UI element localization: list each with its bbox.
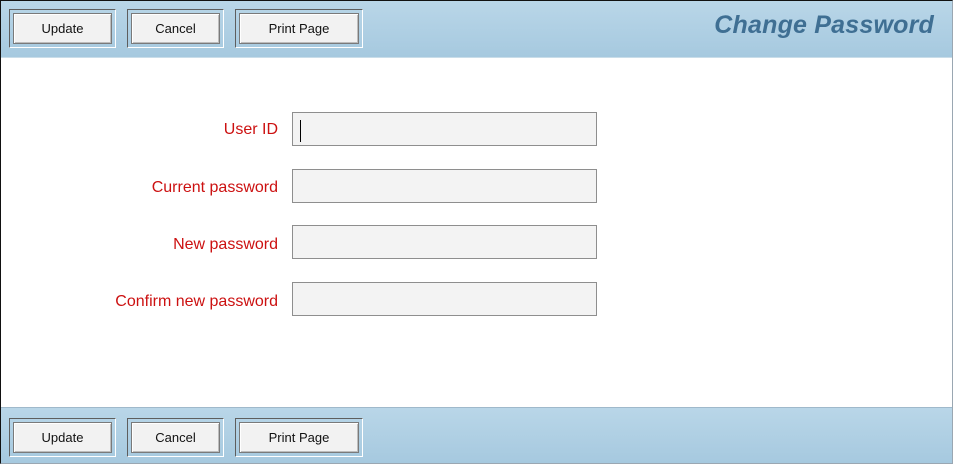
current-password-input[interactable] (292, 169, 597, 203)
update-button-bottom[interactable]: Update (9, 418, 116, 457)
confirm-new-password-label: Confirm new password (115, 293, 278, 310)
print-page-button-top[interactable]: Print Page (235, 9, 363, 48)
page-title: Change Password (714, 11, 934, 39)
text-cursor (300, 120, 301, 142)
new-password-input[interactable] (292, 225, 597, 259)
change-password-panel: Update Cancel Print Page Change Password… (0, 0, 953, 464)
user-id-label: User ID (223, 121, 278, 138)
current-password-label: Current password (151, 179, 278, 196)
cancel-button-top[interactable]: Cancel (127, 9, 224, 48)
confirm-new-password-input[interactable] (292, 282, 597, 316)
print-page-button-bottom[interactable]: Print Page (235, 418, 363, 457)
bottom-toolbar: Update Cancel Print Page (1, 407, 952, 463)
top-toolbar: Update Cancel Print Page Change Password (1, 1, 952, 58)
new-password-label: New password (173, 236, 278, 253)
user-id-input[interactable] (292, 112, 597, 146)
cancel-button-bottom[interactable]: Cancel (127, 418, 224, 457)
update-button-top[interactable]: Update (9, 9, 116, 48)
